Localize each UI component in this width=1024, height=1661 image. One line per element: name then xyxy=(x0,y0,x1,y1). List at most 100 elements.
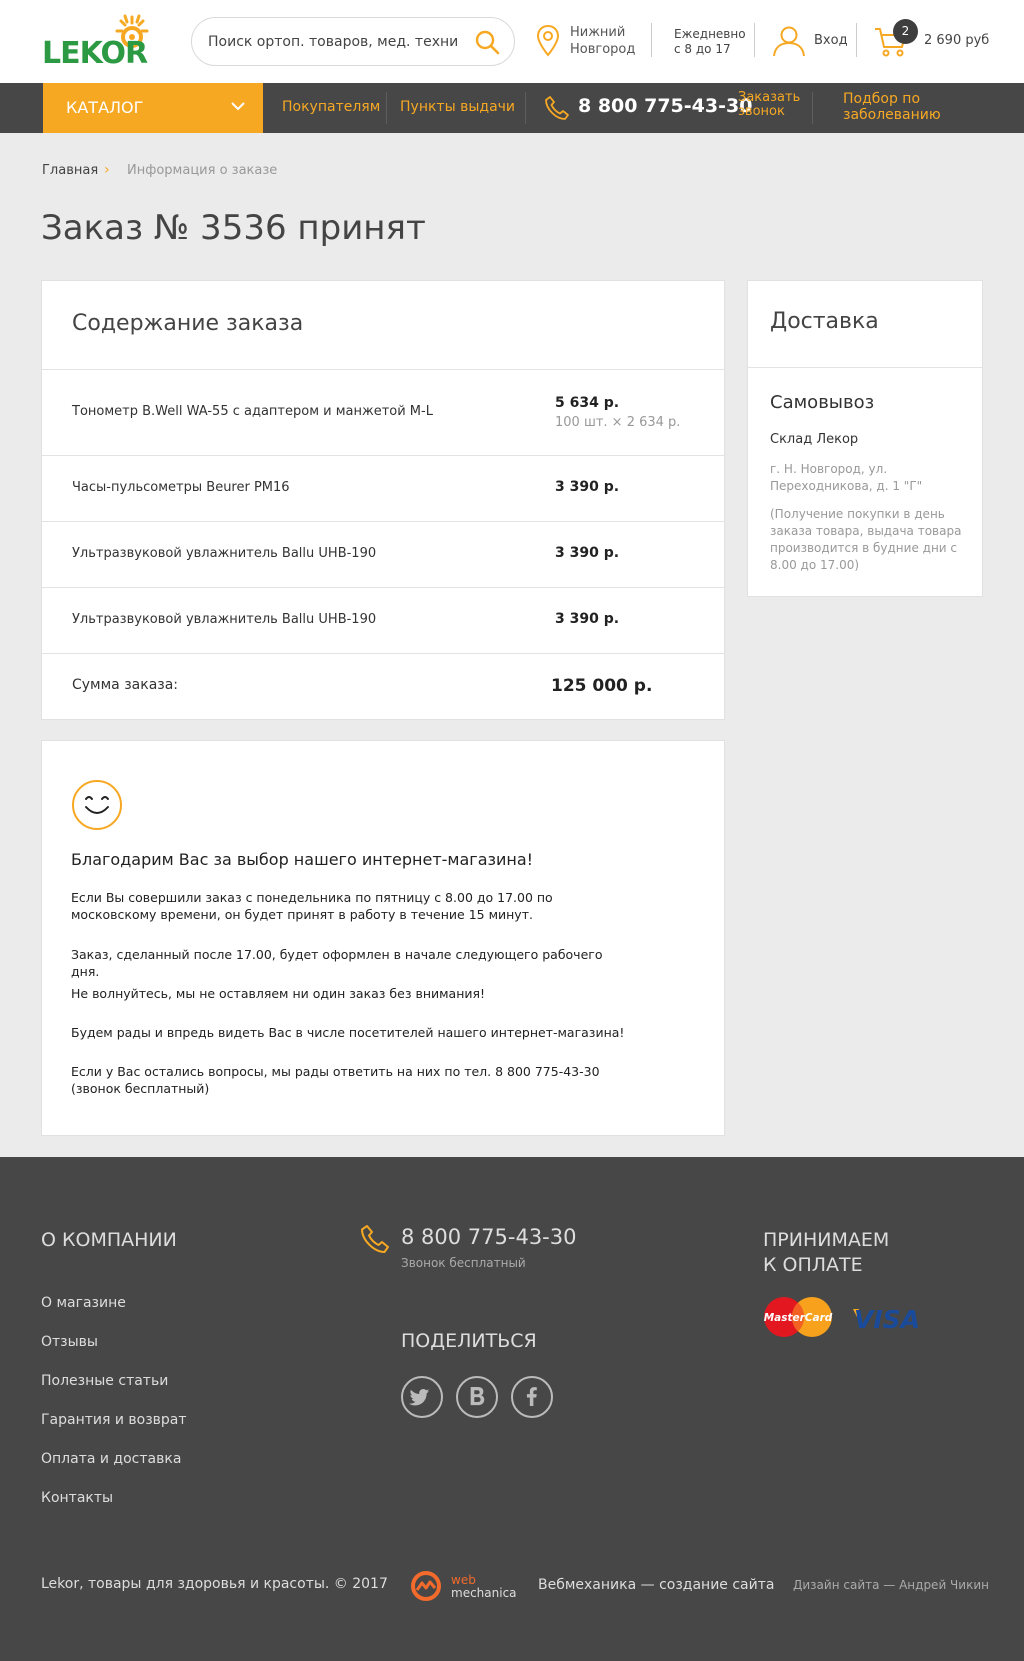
lekor-logo[interactable]: LEKOR xyxy=(42,14,166,71)
pickup-note: (Получение покупки в день заказа товара,… xyxy=(770,507,962,572)
delivery-method: Самовывоз xyxy=(770,392,875,413)
catalog-button[interactable]: КАТАЛОГ xyxy=(43,83,263,133)
footer-copyright: Lekor, товары для здоровья и красоты. © … xyxy=(41,1576,388,1592)
nav-phone-number[interactable]: 8 800 775-43-30 xyxy=(578,95,752,117)
main-navbar: КАТАЛОГ Покупателям Пункты выдачи 8 800 … xyxy=(0,83,1024,133)
webmechanica-link[interactable]: Вебмеханика — создание сайта xyxy=(538,1577,774,1593)
thanks-paragraph: Если Вы совершили заказ с понедельника п… xyxy=(71,890,553,922)
divider xyxy=(42,521,724,522)
breadcrumb-separator-icon: › xyxy=(104,162,110,178)
divider xyxy=(42,455,724,456)
footer-link-payment-delivery[interactable]: Оплата и доставка xyxy=(41,1451,181,1467)
callback-line-1: Заказать xyxy=(738,90,801,105)
visa-logo-icon: VISA xyxy=(853,1305,920,1331)
delivery-card: Доставка Самовывоз Склад Лекор г. Н. Нов… xyxy=(747,280,983,597)
divider xyxy=(42,653,724,654)
city-line-1: Нижний xyxy=(570,25,626,40)
header-divider xyxy=(754,23,755,57)
callback-line-2: звонок xyxy=(738,104,785,119)
design-credit[interactable]: Дизайн сайта — Андрей Чикин xyxy=(793,1578,989,1592)
thanks-paragraph: Будем рады и впредь видеть Вас в числе п… xyxy=(71,1025,625,1040)
item-price: 3 390 р. xyxy=(555,479,620,495)
item-price: 5 634 р. xyxy=(555,395,620,411)
city-selector[interactable]: Нижний Новгород xyxy=(570,24,640,58)
search-icon[interactable] xyxy=(474,29,500,55)
login-link[interactable]: Вход xyxy=(814,33,848,48)
wm-logo-line-1: web xyxy=(451,1573,476,1587)
location-pin-icon xyxy=(536,24,560,57)
vk-icon[interactable] xyxy=(456,1376,498,1418)
item-price: 3 390 р. xyxy=(555,545,620,561)
cart-sum[interactable]: 2 690 руб xyxy=(924,33,989,48)
footer-phone[interactable]: 8 800 775-43-30 xyxy=(401,1225,576,1249)
working-hours: Ежедневно с 8 до 17 xyxy=(674,27,746,57)
footer-phone-note: Звонок бесплатный xyxy=(401,1256,526,1270)
twitter-icon[interactable] xyxy=(401,1376,443,1418)
hours-line-1: Ежедневно xyxy=(674,27,746,41)
site-footer: О КОМПАНИИ О магазине Отзывы Полезные ст… xyxy=(0,1157,1024,1661)
order-heading: Содержание заказа xyxy=(72,311,304,336)
thanks-paragraph: Заказ, сделанный после 17.00, будет офор… xyxy=(71,947,603,979)
nav-link-disease-selection[interactable]: Подбор по заболеванию xyxy=(843,91,963,123)
search-input[interactable] xyxy=(208,30,458,54)
thank-you-card: Благодарим Вас за выбор нашего интернет-… xyxy=(41,740,725,1136)
thanks-heading: Благодарим Вас за выбор нашего интернет-… xyxy=(71,850,534,869)
order-total-value: 125 000 р. xyxy=(551,676,653,696)
site-header: LEKOR Нижний Новгород Ежедневно с 8 до 1… xyxy=(0,0,1024,83)
footer-link-warranty[interactable]: Гарантия и возврат xyxy=(41,1412,187,1428)
order-total-label: Сумма заказа: xyxy=(72,677,179,693)
nav-link-buyers[interactable]: Покупателям xyxy=(282,99,380,115)
item-quantity-detail: 100 шт. × 2 634 р. xyxy=(555,415,681,430)
divider xyxy=(748,367,982,368)
pickup-store: Склад Лекор xyxy=(770,432,859,447)
item-name[interactable]: Ультразвуковой увлажнитель Ballu UHB-190 xyxy=(72,612,376,627)
city-line-2: Новгород xyxy=(570,42,636,57)
phone-icon xyxy=(545,96,569,120)
thanks-paragraph: Не волнуйтесь, мы не оставляем ни один з… xyxy=(71,986,486,1001)
header-divider xyxy=(856,23,857,57)
hours-line-2: с 8 до 17 xyxy=(674,42,731,56)
mastercard-logo-icon: MasterCard xyxy=(764,1297,833,1337)
footer-about-heading: О КОМПАНИИ xyxy=(41,1229,177,1251)
header-divider xyxy=(651,23,652,57)
footer-share-heading: ПОДЕЛИТЬСЯ xyxy=(401,1330,537,1352)
nav-divider xyxy=(386,92,387,124)
catalog-label: КАТАЛОГ xyxy=(66,98,144,117)
footer-link-contacts[interactable]: Контакты xyxy=(41,1490,113,1506)
payment-heading-line-2: К ОПЛАТЕ xyxy=(763,1254,863,1276)
breadcrumb-current: Информация о заказе xyxy=(127,163,278,178)
phone-icon xyxy=(361,1225,389,1253)
order-contents-card: Содержание заказа Тонометр B.Well WA-55 … xyxy=(41,280,725,720)
nav-divider xyxy=(525,92,526,124)
webmechanica-logo-icon[interactable]: web mechanica xyxy=(411,1568,523,1604)
footer-link-reviews[interactable]: Отзывы xyxy=(41,1334,98,1350)
search-box[interactable] xyxy=(191,17,515,66)
footer-link-articles[interactable]: Полезные статьи xyxy=(41,1373,168,1389)
mastercard-label: MasterCard xyxy=(764,1312,833,1324)
nav-link-pickup[interactable]: Пункты выдачи xyxy=(400,99,515,115)
divider xyxy=(42,369,724,370)
breadcrumb-home[interactable]: Главная xyxy=(42,163,98,178)
footer-payment-heading: ПРИНИМАЕМ К ОПЛАТЕ xyxy=(763,1228,889,1278)
pick-line-1: Подбор по xyxy=(843,91,921,107)
delivery-heading: Доставка xyxy=(770,309,879,334)
footer-link-about[interactable]: О магазине xyxy=(41,1295,126,1311)
visa-label: VISA xyxy=(854,1305,920,1331)
payment-heading-line-1: ПРИНИМАЕМ xyxy=(763,1229,890,1251)
pick-line-2: заболеванию xyxy=(843,107,941,123)
thanks-paragraph: Если у Вас остались вопросы, мы рады отв… xyxy=(71,1064,600,1096)
page-title: Заказ № 3536 принят xyxy=(41,208,426,248)
pickup-address: г. Н. Новгород, ул. Переходникова, д. 1 … xyxy=(770,462,923,493)
divider xyxy=(42,587,724,588)
wm-logo-line-2: mechanica xyxy=(451,1586,517,1600)
smiley-icon xyxy=(72,780,122,830)
nav-divider xyxy=(812,92,813,124)
facebook-icon[interactable] xyxy=(511,1376,553,1418)
item-name[interactable]: Ультразвуковой увлажнитель Ballu UHB-190 xyxy=(72,546,376,561)
callback-link[interactable]: Заказать звонок xyxy=(738,91,808,119)
user-icon[interactable] xyxy=(772,25,806,57)
item-name[interactable]: Тонометр B.Well WA-55 с адаптером и манж… xyxy=(72,404,433,419)
cart-count-badge: 2 xyxy=(893,19,918,44)
item-name[interactable]: Часы-пульсометры Beurer PM16 xyxy=(72,480,290,495)
chevron-down-icon xyxy=(231,102,245,111)
